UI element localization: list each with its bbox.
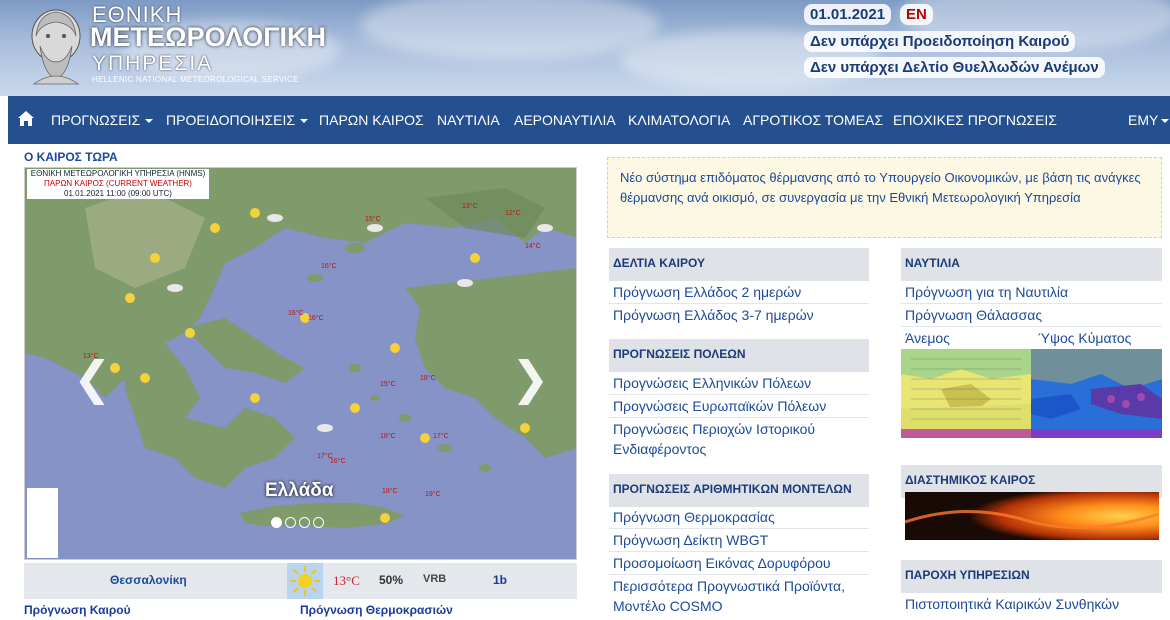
logo-text-line3: ΥΠΗΡΕΣΙΑ (92, 52, 214, 75)
link-wbgt-index[interactable]: Πρόγνωση Δείκτη WBGT (613, 530, 768, 550)
link-weather-certificates[interactable]: Πιστοποιητικά Καιρικών Συνθηκών (905, 594, 1119, 614)
nav-item-climatology[interactable]: ΚΛΙΜΑΤΟΛΟΓΙΑ (628, 112, 730, 128)
divider (609, 417, 869, 418)
announcement-box[interactable]: Νέο σύστημα επιδόματος θέρμανσης από το … (607, 157, 1162, 238)
map-temperature-label: 15°C (365, 215, 381, 223)
carousel-dot[interactable] (299, 517, 310, 528)
nav-item-current-weather[interactable]: ΠΑΡΩΝ ΚΑΙΡΟΣ (319, 112, 424, 128)
carousel-dot[interactable] (271, 517, 282, 528)
weather-warning-link[interactable]: Δεν υπάρχει Προειδοποίηση Καιρού (804, 31, 1076, 52)
slide-caption: Ελλάδα (265, 480, 334, 501)
wind-forecast-map[interactable] (901, 349, 1031, 438)
divider (609, 551, 869, 552)
nav-item-seasonal[interactable]: ΕΠΟΧΙΚΕΣ ΠΡΟΓΝΩΣΕΙΣ (893, 112, 1057, 128)
city-temperature: 13°C (333, 573, 360, 588)
city-wind-direction: VRB (423, 573, 447, 585)
map-temperature-label: 16°C (308, 314, 324, 322)
map-temperature-label: 19°C (425, 490, 441, 498)
panel-header-services: ΠΑΡΟΧΗ ΥΠΗΡΕΣΙΩΝ (901, 560, 1162, 593)
temperature-forecast-link[interactable]: Πρόγνωση Θερμοκρασιών (300, 603, 453, 617)
nav-item-aeronautics[interactable]: ΑΕΡΟΝΑΥΤΙΛΙΑ (514, 112, 616, 128)
link-forecast-2days[interactable]: Πρόγνωση Ελλάδος 2 ημερών (613, 282, 801, 302)
carousel-indicators (271, 515, 327, 533)
divider (901, 303, 1162, 304)
map-temperature-label: 18°C (380, 432, 396, 440)
carousel-next-button[interactable]: ❯ (511, 355, 550, 401)
link-shipping-forecast[interactable]: Πρόγνωση για τη Ναυτιλία (905, 282, 1068, 302)
map-temperature-label: 18°C (382, 487, 398, 495)
weather-now-title: Ο ΚΑΙΡΟΣ ΤΩΡΑ (24, 150, 118, 164)
storm-bulletin-link[interactable]: Δεν υπάρχει Δελτίο Θυελλωδών Ανέμων (804, 57, 1105, 78)
map-temperature-label: 17°C (433, 432, 449, 440)
divider (609, 528, 869, 529)
logo-text-english: HELLENIC NATIONAL METEOROLOGICAL SERVICE (92, 75, 299, 84)
link-sea-forecast[interactable]: Πρόγνωση Θάλασσας (905, 305, 1042, 325)
carousel-prev-button[interactable]: ❮ (73, 355, 112, 401)
map-temperature-label: 12°C (505, 209, 521, 217)
nav-item-warnings[interactable]: ΠΡΟΕΙΔΟΠΟΙΗΣΕΙΣ (166, 112, 309, 128)
nav-item-agriculture[interactable]: ΑΓΡΟΤΙΚΟΣ ΤΟΜΕΑΣ (743, 112, 883, 128)
map-temperature-label: 16°C (288, 309, 304, 317)
current-date: 01.01.2021 (804, 4, 892, 25)
divider (901, 326, 1162, 327)
panel-header-navigation: ΝΑΥΤΙΛΙΑ (901, 248, 1162, 281)
wave-height-map[interactable] (1031, 349, 1162, 438)
carousel-dot[interactable] (313, 517, 324, 528)
nav-item-emy[interactable]: ΕΜΥ (1128, 112, 1170, 128)
link-historic-areas[interactable]: Προγνώσεις Περιοχών Ιστορικού Ενδιαφέρον… (613, 419, 863, 459)
chevron-down-icon (300, 119, 309, 124)
link-greek-cities[interactable]: Προγνώσεις Ελληνικών Πόλεων (613, 373, 811, 393)
nav-item-navigation[interactable]: ΝΑΥΤΙΛΙΑ (437, 112, 500, 128)
map-header-label: ΕΘΝΙΚΗ ΜΕΤΕΩΡΟΛΟΓΙΚΗ ΥΠΗΡΕΣΙΑ (HNMS) ΠΑΡ… (27, 169, 209, 199)
panel-header-bulletins: ΔΕΛΤΙΑ ΚΑΙΡΟΥ (609, 248, 869, 281)
map-temperature-label: 14°C (525, 242, 541, 250)
city-humidity: 50% (379, 573, 404, 587)
wind-map-label: Άνεμος (905, 330, 950, 346)
divider (609, 303, 869, 304)
weather-map-carousel[interactable]: 16°C 15°C 13°C 12°C 14°C 16°C 16°C 15°C 17°C 16°C… (24, 167, 577, 560)
carousel-dot[interactable] (285, 517, 296, 528)
divider (609, 394, 869, 395)
city-name[interactable]: Θεσσαλονίκη (110, 573, 187, 587)
language-en-link[interactable]: EN (900, 4, 933, 25)
site-header: ΕΘΝΙΚΗ ΜΕΤΕΩΡΟΛΟΓΙΚΗ ΥΠΗΡΕΣΙΑ HELLENIC N… (0, 0, 1170, 96)
map-temperature-label: 16°C (321, 262, 337, 270)
sun-icon (287, 563, 323, 599)
divider (609, 574, 869, 575)
logo-text-line2: ΜΕΤΕΩΡΟΛΟΓΙΚΗ (90, 22, 326, 52)
map-temperature-label: 18°C (420, 374, 436, 382)
link-temperature-model[interactable]: Πρόγνωση Θερμοκρασίας (613, 507, 775, 527)
home-icon[interactable] (18, 111, 34, 126)
link-forecast-3-7days[interactable]: Πρόγνωση Ελλάδος 3-7 ημερών (613, 305, 814, 325)
space-weather-image[interactable] (905, 492, 1159, 540)
wave-map-label: Ύψος Κύματος (1038, 330, 1132, 346)
link-satellite-simulation[interactable]: Προσομοίωση Εικόνας Δορυφόρου (613, 553, 831, 573)
link-cosmo-products[interactable]: Περισσότερα Προγνωστικά Προϊόντα, Μοντέλ… (613, 576, 875, 616)
wind-legend (27, 488, 58, 558)
map-temperature-label: 15°C (380, 380, 396, 388)
chevron-down-icon (145, 119, 154, 124)
city-wind-beaufort: 1b (493, 573, 508, 587)
city-weather-bar: Θεσσαλονίκη 13°C 50% VRB 1b (24, 563, 577, 599)
weather-forecast-link[interactable]: Πρόγνωση Καιρού (24, 603, 131, 617)
aristotle-bust-logo-icon[interactable] (26, 6, 86, 86)
nav-item-forecasts[interactable]: ΠΡΟΓΝΩΣΕΙΣ (51, 112, 154, 128)
chevron-down-icon (1161, 119, 1170, 124)
map-temperature-label: 13°C (462, 202, 478, 210)
main-nav: ΠΡΟΓΝΩΣΕΙΣ ΠΡΟΕΙΔΟΠΟΙΗΣΕΙΣ ΠΑΡΩΝ ΚΑΙΡΟΣ … (8, 96, 1170, 144)
map-temperature-label: 16°C (330, 457, 346, 465)
panel-header-models: ΠΡΟΓΝΩΣΕΙΣ ΑΡΙΘΜΗΤΙΚΩΝ ΜΟΝΤΕΛΩΝ (609, 474, 869, 507)
link-european-cities[interactable]: Προγνώσεις Ευρωπαϊκών Πόλεων (613, 396, 826, 416)
panel-header-cities: ΠΡΟΓΝΩΣΕΙΣ ΠΟΛΕΩΝ (609, 339, 869, 372)
